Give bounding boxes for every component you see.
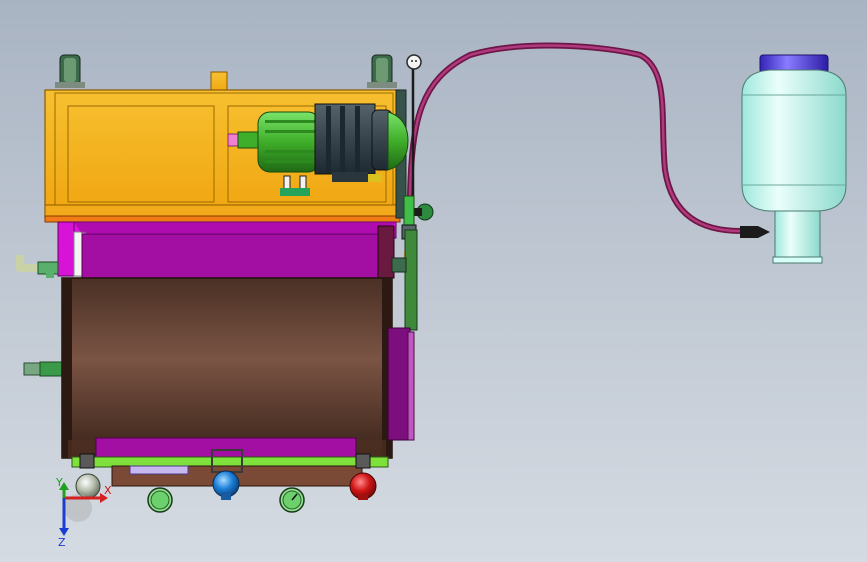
tank-outlet bbox=[774, 210, 821, 264]
hose-fitting bbox=[740, 226, 770, 238]
top-left-wheel bbox=[55, 54, 85, 88]
bottom-wheel-blue bbox=[212, 470, 240, 500]
cad-viewport[interactable]: X Y Z bbox=[0, 0, 867, 562]
tank-body bbox=[741, 69, 847, 212]
left-inlet-pipe-top bbox=[16, 255, 59, 278]
left-inlet-pipe-bottom bbox=[23, 361, 65, 377]
hose[interactable] bbox=[407, 42, 748, 235]
drum[interactable] bbox=[61, 277, 393, 459]
y-axis-label: Y bbox=[55, 476, 63, 489]
bottom-wheel-green-1 bbox=[147, 487, 173, 513]
bottom-wheel-red bbox=[349, 472, 377, 500]
cad-model-view[interactable]: X Y Z bbox=[0, 0, 867, 562]
top-right-wheel bbox=[367, 54, 397, 88]
bottom-wheel-gauge bbox=[279, 487, 305, 513]
tank[interactable] bbox=[740, 54, 847, 264]
side-column bbox=[387, 229, 418, 441]
z-axis-label: Z bbox=[58, 536, 66, 549]
x-axis-label: X bbox=[104, 484, 112, 497]
